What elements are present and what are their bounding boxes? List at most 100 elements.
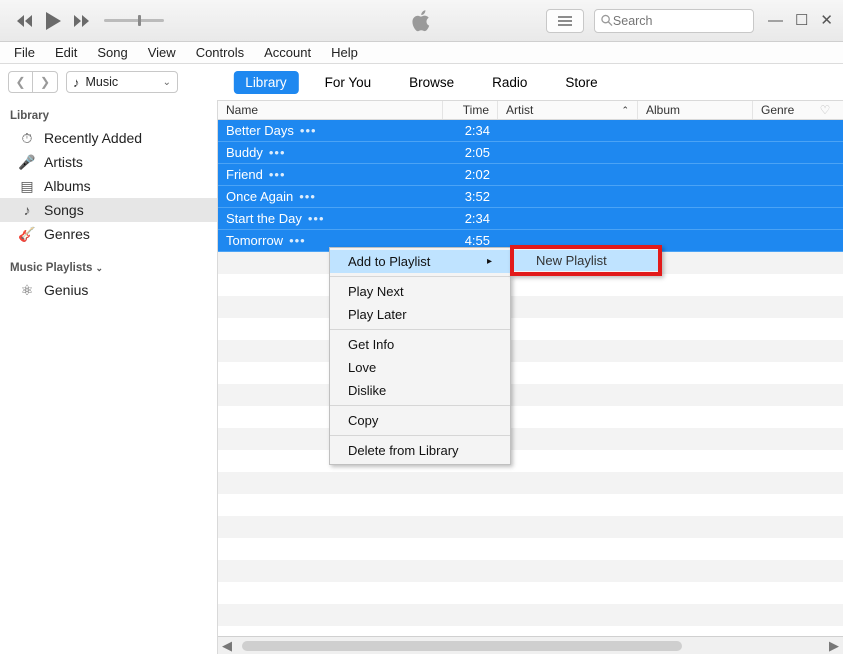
more-icon[interactable]: ••• [269, 145, 286, 160]
sidebar-item-genres[interactable]: 🎸Genres [0, 222, 217, 246]
menu-view[interactable]: View [140, 43, 184, 62]
media-selector[interactable]: ♪ Music ⌄ [66, 71, 178, 93]
search-box[interactable] [594, 9, 754, 33]
ctx-new-playlist[interactable]: New Playlist [514, 250, 658, 271]
empty-row [218, 450, 843, 472]
sidebar-item-label: Albums [44, 178, 91, 194]
ctx-item-label: Play Next [348, 284, 404, 299]
col-time[interactable]: Time [443, 101, 498, 119]
col-name[interactable]: Name [218, 101, 443, 119]
empty-row [218, 604, 843, 626]
play-button[interactable] [42, 10, 64, 32]
tab-for-you[interactable]: For You [313, 71, 384, 94]
table-row[interactable]: Friend •••2:02 [218, 164, 843, 186]
toolbar: ❮ ❯ ♪ Music ⌄ Library For You Browse Radio S… [0, 64, 843, 100]
tab-store[interactable]: Store [553, 71, 609, 94]
title-bar: — ☐ ✕ [0, 0, 843, 42]
scroll-thumb[interactable] [242, 641, 682, 651]
menu-help[interactable]: Help [323, 43, 366, 62]
list-view-button[interactable] [546, 9, 584, 33]
ctx-separator [330, 435, 510, 436]
song-name: Buddy [226, 145, 263, 160]
prev-button[interactable] [16, 14, 36, 28]
empty-row [218, 582, 843, 604]
col-artist[interactable]: Artist⌃ [498, 101, 638, 119]
ctx-item-label: Dislike [348, 383, 386, 398]
song-time: 2:05 [443, 145, 498, 160]
table-row[interactable]: Better Days •••2:34 [218, 120, 843, 142]
sidebar-header-library: Library [0, 106, 217, 126]
back-button[interactable]: ❮ [9, 72, 33, 92]
chevron-updown-icon: ⌄ [163, 77, 171, 88]
search-icon [601, 14, 613, 27]
ctx-play-later[interactable]: Play Later [330, 303, 510, 326]
sidebar-header-playlists[interactable]: Music Playlists ⌄ [0, 258, 217, 278]
minimize-button[interactable]: — [768, 13, 783, 28]
more-icon[interactable]: ••• [300, 123, 317, 138]
chevron-down-icon: ⌄ [95, 263, 103, 274]
sidebar: Library ⏱Recently Added 🎤 Artists ▤ Albums ♪S… [0, 100, 218, 654]
col-album[interactable]: Album [638, 101, 753, 119]
menu-edit[interactable]: Edit [47, 43, 85, 62]
ctx-item-label: Copy [348, 413, 378, 428]
forward-button[interactable]: ❯ [33, 72, 57, 92]
mic-icon: 🎤 [18, 154, 36, 171]
sidebar-item-recently-added[interactable]: ⏱Recently Added [0, 126, 217, 150]
more-icon[interactable]: ••• [299, 189, 316, 204]
ctx-get-info[interactable]: Get Info [330, 333, 510, 356]
next-button[interactable] [70, 14, 90, 28]
album-icon: ▤ [18, 178, 36, 195]
sidebar-item-label: Artists [44, 154, 83, 170]
menu-file[interactable]: File [6, 43, 43, 62]
ctx-copy[interactable]: Copy [330, 409, 510, 432]
tab-browse[interactable]: Browse [397, 71, 466, 94]
menu-song[interactable]: Song [89, 43, 135, 62]
scroll-left-button[interactable]: ◀ [218, 638, 236, 654]
table-row[interactable]: Buddy ••• 2:05 [218, 142, 843, 164]
ctx-love[interactable]: Love [330, 356, 510, 379]
more-icon[interactable]: ••• [269, 167, 286, 182]
sidebar-item-genius[interactable]: ⚛Genius [0, 278, 217, 302]
empty-row [218, 494, 843, 516]
ctx-item-label: Delete from Library [348, 443, 459, 458]
table-row[interactable]: Start the Day •••2:34 [218, 208, 843, 230]
maximize-button[interactable]: ☐ [795, 13, 808, 28]
col-loved[interactable]: ♡ [813, 103, 837, 117]
sidebar-item-artists[interactable]: 🎤 Artists [0, 150, 217, 174]
empty-row [218, 538, 843, 560]
ctx-separator [330, 405, 510, 406]
ctx-add-to-playlist[interactable]: Add to Playlist▸ [330, 250, 510, 273]
sidebar-item-songs[interactable]: ♪Songs [0, 198, 217, 222]
ctx-item-label: Add to Playlist [348, 254, 430, 269]
view-tabs: Library For You Browse Radio Store [233, 71, 609, 94]
nav-back-forward: ❮ ❯ [8, 71, 58, 93]
song-list: Name Time Artist⌃ Album Genre ♡ Better D… [218, 100, 843, 654]
more-icon[interactable]: ••• [308, 211, 325, 226]
sidebar-item-label: Songs [44, 202, 84, 218]
song-time: 4:55 [443, 233, 498, 248]
close-button[interactable]: ✕ [820, 13, 833, 28]
sidebar-item-label: Genres [44, 226, 90, 242]
scroll-right-button[interactable]: ▶ [825, 638, 843, 654]
ctx-delete-from-library[interactable]: Delete from Library [330, 439, 510, 462]
sidebar-item-albums[interactable]: ▤ Albums [0, 174, 217, 198]
tab-radio[interactable]: Radio [480, 71, 539, 94]
song-name: Tomorrow [226, 233, 283, 248]
clock-add-icon: ⏱ [18, 130, 36, 147]
col-genre[interactable]: Genre [753, 101, 813, 119]
empty-row [218, 296, 843, 318]
menu-controls[interactable]: Controls [188, 43, 252, 62]
media-selector-label: Music [86, 75, 157, 89]
search-input[interactable] [613, 14, 747, 28]
volume-slider[interactable] [104, 19, 164, 22]
empty-row [218, 274, 843, 296]
ctx-play-next[interactable]: Play Next [330, 280, 510, 303]
tab-library[interactable]: Library [233, 71, 298, 94]
ctx-dislike[interactable]: Dislike [330, 379, 510, 402]
context-submenu: New Playlist [510, 245, 662, 276]
horizontal-scrollbar[interactable]: ◀ ▶ [218, 636, 843, 654]
menu-account[interactable]: Account [256, 43, 319, 62]
sidebar-playlists-label: Music Playlists [10, 262, 92, 274]
more-icon[interactable]: ••• [289, 233, 306, 248]
table-row[interactable]: Once Again •••3:52 [218, 186, 843, 208]
